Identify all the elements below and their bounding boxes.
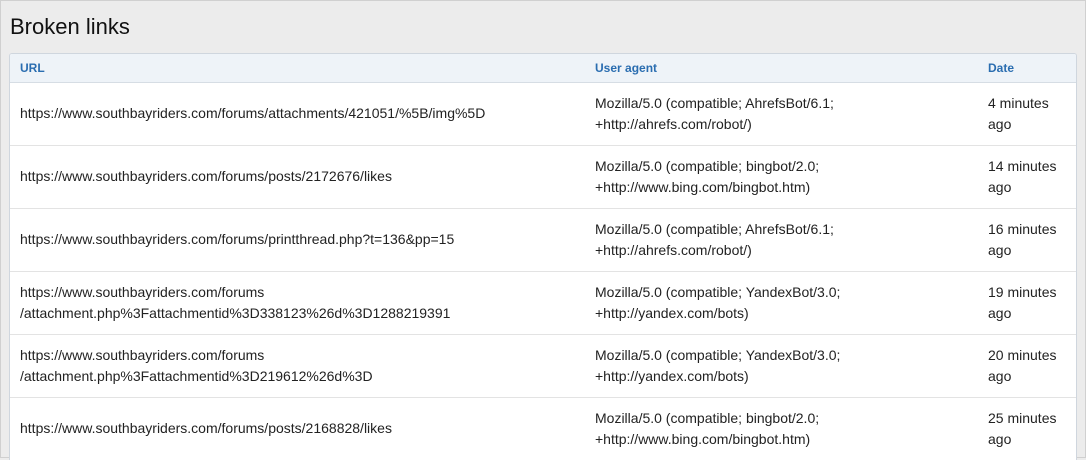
user-agent-text-continued: +http://www.bing.com/bingbot.htm) (595, 178, 811, 195)
date-cell: 19 minutes ago (978, 271, 1076, 334)
url-text: https://www.southbayriders.com/forums/po… (20, 420, 392, 436)
user-agent-cell: Mozilla/5.0 (compatible; YandexBot/3.0; … (585, 271, 978, 334)
user-agent-text: Mozilla/5.0 (compatible; AhrefsBot/6.1; (595, 220, 834, 237)
date-cell: 14 minutes ago (978, 145, 1076, 208)
url-cell: https://www.southbayriders.com/forums/po… (10, 397, 585, 460)
date-cell: 25 minutes ago (978, 397, 1076, 460)
page-title: Broken links (10, 14, 130, 39)
url-cell: https://www.southbayriders.com/forums /a… (10, 334, 585, 397)
user-agent-cell: Mozilla/5.0 (compatible; YandexBot/3.0; … (585, 334, 978, 397)
column-header-url[interactable]: URL (10, 54, 585, 82)
url-text: https://www.southbayriders.com/forums (20, 283, 265, 300)
user-agent-text-continued: +http://yandex.com/bots) (595, 367, 749, 384)
column-header-date[interactable]: Date (978, 54, 1076, 82)
date-text: 20 minutes (988, 346, 1057, 363)
url-text: https://www.southbayriders.com/forums/po… (20, 168, 392, 184)
broken-links-table: URL User agent Date https://www.southbay… (10, 54, 1076, 460)
url-cell: https://www.southbayriders.com/forums /a… (10, 271, 585, 334)
date-text: 16 minutes (988, 220, 1057, 237)
url-cell: https://www.southbayriders.com/forums/pr… (10, 208, 585, 271)
user-agent-text-continued: +http://yandex.com/bots) (595, 304, 749, 321)
table-row: https://www.southbayriders.com/forums /a… (10, 334, 1076, 397)
user-agent-text: Mozilla/5.0 (compatible; bingbot/2.0; (595, 409, 820, 426)
user-agent-cell: Mozilla/5.0 (compatible; AhrefsBot/6.1; … (585, 82, 978, 145)
date-text: 14 minutes (988, 157, 1057, 174)
column-header-user-agent[interactable]: User agent (585, 54, 978, 82)
user-agent-text-continued: +http://ahrefs.com/robot/) (595, 241, 752, 258)
table-row: https://www.southbayriders.com/forums/pr… (10, 208, 1076, 271)
broken-links-panel: URL User agent Date https://www.southbay… (9, 53, 1077, 460)
user-agent-text-continued: +http://ahrefs.com/robot/) (595, 115, 752, 132)
user-agent-text: Mozilla/5.0 (compatible; YandexBot/3.0; (595, 283, 841, 300)
user-agent-cell: Mozilla/5.0 (compatible; bingbot/2.0; +h… (585, 397, 978, 460)
user-agent-text: Mozilla/5.0 (compatible; AhrefsBot/6.1; (595, 94, 834, 111)
table-row: https://www.southbayriders.com/forums/po… (10, 397, 1076, 460)
date-cell: 16 minutes ago (978, 208, 1076, 271)
date-text: 4 minutes (988, 94, 1049, 111)
date-text-continued: ago (988, 367, 1012, 384)
user-agent-cell: Mozilla/5.0 (compatible; AhrefsBot/6.1; … (585, 208, 978, 271)
page-frame: Broken links URL User agent Date https:/… (0, 0, 1086, 460)
date-cell: 4 minutes ago (978, 82, 1076, 145)
user-agent-text-continued: +http://www.bing.com/bingbot.htm) (595, 430, 811, 447)
user-agent-cell: Mozilla/5.0 (compatible; bingbot/2.0; +h… (585, 145, 978, 208)
table-header: URL User agent Date (10, 54, 1076, 82)
date-text: 25 minutes (988, 409, 1057, 426)
user-agent-text: Mozilla/5.0 (compatible; YandexBot/3.0; (595, 346, 841, 363)
url-text-continued: /attachment.php%3Fattachmentid%3D219612%… (20, 367, 373, 384)
url-cell: https://www.southbayriders.com/forums/po… (10, 145, 585, 208)
user-agent-text: Mozilla/5.0 (compatible; bingbot/2.0; (595, 157, 820, 174)
url-text: https://www.southbayriders.com/forums/at… (20, 105, 486, 121)
url-text: https://www.southbayriders.com/forums/pr… (20, 231, 455, 247)
date-text: 19 minutes (988, 283, 1057, 300)
date-cell: 20 minutes ago (978, 334, 1076, 397)
table-row: https://www.southbayriders.com/forums/po… (10, 145, 1076, 208)
url-text-continued: /attachment.php%3Fattachmentid%3D338123%… (20, 304, 451, 321)
date-text-continued: ago (988, 178, 1012, 195)
table-row: https://www.southbayriders.com/forums/at… (10, 82, 1076, 145)
url-cell: https://www.southbayriders.com/forums/at… (10, 82, 585, 145)
date-text-continued: ago (988, 430, 1012, 447)
date-text-continued: ago (988, 115, 1012, 132)
table-body: https://www.southbayriders.com/forums/at… (10, 82, 1076, 460)
table-header-row: URL User agent Date (10, 54, 1076, 82)
url-text: https://www.southbayriders.com/forums (20, 346, 265, 363)
date-text-continued: ago (988, 241, 1012, 258)
table-row: https://www.southbayriders.com/forums /a… (10, 271, 1076, 334)
date-text-continued: ago (988, 304, 1012, 321)
